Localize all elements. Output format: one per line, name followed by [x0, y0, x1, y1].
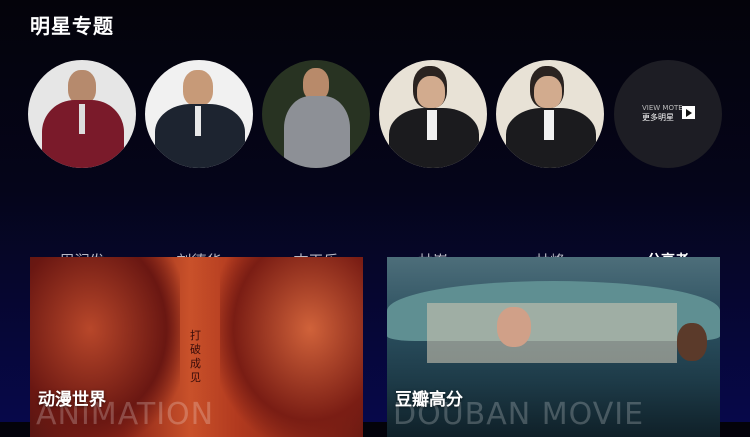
star-avatar[interactable] [145, 60, 253, 168]
poster-character-right [220, 257, 363, 437]
poster-text: 打破成见 [190, 329, 201, 384]
portrait-shirt [544, 110, 554, 140]
play-icon [682, 106, 695, 119]
portrait-shirt [427, 110, 437, 140]
category-card-douban[interactable]: DOUBAN MOVIE 豆瓣高分 [387, 257, 720, 437]
view-more-zh-label: 更多明星 [642, 113, 674, 122]
card-title: 动漫世界 [38, 390, 106, 410]
portrait-head [534, 76, 562, 108]
star-avatar[interactable] [28, 60, 136, 168]
poster-driver-head [497, 307, 531, 347]
star-item-andy-lau[interactable]: 刘德华 [145, 60, 253, 270]
poster-car-window [427, 303, 677, 363]
category-card-animation[interactable]: 打破成见 ANIMATION 动漫世界 [30, 257, 363, 437]
star-avatar[interactable] [379, 60, 487, 168]
portrait-head [417, 76, 445, 108]
portrait-suit [284, 96, 350, 168]
portrait-shirt [195, 106, 201, 136]
star-item-chow-yun-fat[interactable]: 周润发 [28, 60, 136, 270]
poster-passenger-head [677, 323, 707, 361]
star-avatar[interactable] [262, 60, 370, 168]
star-avatar[interactable] [496, 60, 604, 168]
view-more-stars[interactable]: VIEW MOTE 更多明星 分享者 [614, 60, 722, 269]
card-title: 豆瓣高分 [395, 390, 463, 410]
section-title: 明星专题 [30, 14, 114, 38]
portrait-head [183, 70, 213, 106]
star-item-lin-feng-1[interactable]: 林峯 [379, 60, 487, 270]
star-item-lin-feng-2[interactable]: 林峰 [496, 60, 604, 270]
view-more-button[interactable]: VIEW MOTE 更多明星 [614, 60, 722, 168]
portrait-head [68, 70, 96, 104]
portrait-shirt [79, 104, 85, 134]
star-item-louis-koo[interactable]: 古天乐 [262, 60, 370, 270]
